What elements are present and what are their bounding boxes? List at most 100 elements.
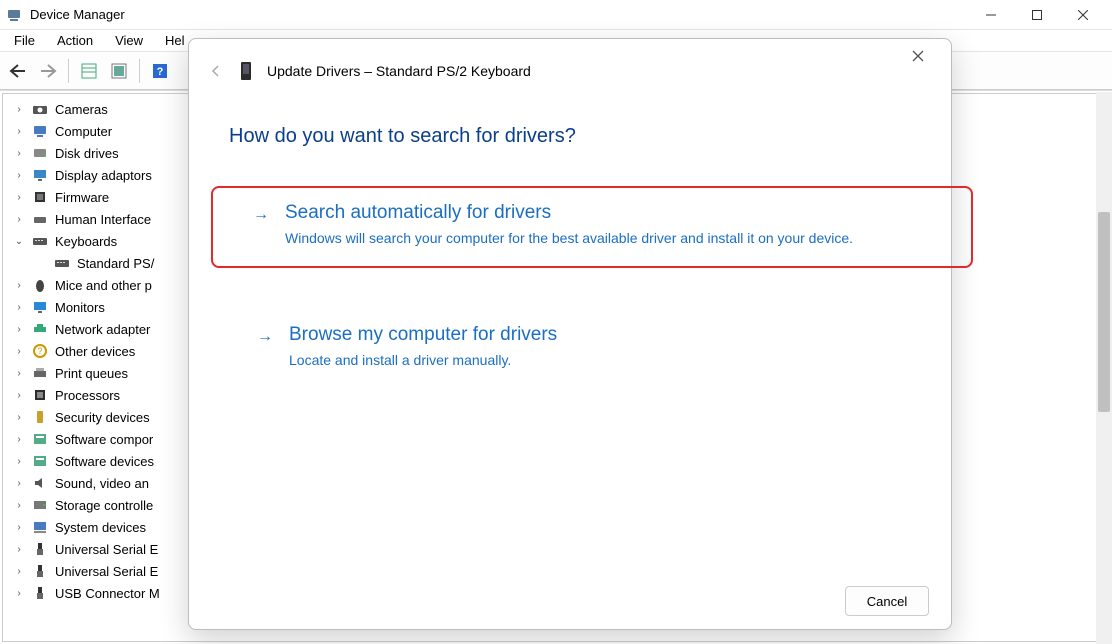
toolbar-separator [139, 59, 140, 83]
app-icon [6, 7, 22, 23]
expand-icon[interactable]: › [13, 478, 25, 489]
tree-item-label: Disk drives [55, 146, 119, 161]
expand-icon[interactable]: › [13, 434, 25, 445]
titlebar: Device Manager [0, 0, 1112, 30]
dialog-body: How do you want to search for drivers? →… [189, 103, 951, 573]
network-icon [31, 320, 49, 338]
toolbar-separator [68, 59, 69, 83]
toolbar-back-button[interactable] [4, 57, 32, 85]
dialog-back-button[interactable] [207, 62, 225, 80]
tree-item-label: Universal Serial E [55, 542, 158, 557]
menu-file[interactable]: File [4, 31, 45, 50]
close-button[interactable] [1060, 0, 1106, 30]
tree-item-label: Processors [55, 388, 120, 403]
tree-item-label: Other devices [55, 344, 135, 359]
keyboard-icon [53, 254, 71, 272]
expand-icon[interactable]: › [13, 170, 25, 181]
arrow-right-icon: → [257, 328, 273, 370]
mouse-icon [31, 276, 49, 294]
tree-item-label: Human Interface [55, 212, 151, 227]
tree-item-label: System devices [55, 520, 146, 535]
tree-item-label: Security devices [55, 410, 150, 425]
tree-item-label: Software compor [55, 432, 153, 447]
sound-icon [31, 474, 49, 492]
tree-item-label: Computer [55, 124, 112, 139]
expand-icon[interactable]: › [13, 148, 25, 159]
toolbar-refresh-button[interactable] [105, 57, 133, 85]
disk-icon [31, 144, 49, 162]
option-description: Locate and install a driver manually. [289, 350, 883, 370]
expand-icon[interactable]: › [13, 324, 25, 335]
tree-item-label: Cameras [55, 102, 108, 117]
minimize-button[interactable] [968, 0, 1014, 30]
toolbar-properties-button[interactable] [75, 57, 103, 85]
dialog-header: Update Drivers – Standard PS/2 Keyboard [189, 39, 951, 103]
expand-icon[interactable]: › [13, 368, 25, 379]
expand-icon[interactable]: › [13, 588, 25, 599]
svg-text:?: ? [157, 66, 164, 78]
software-icon [31, 430, 49, 448]
tree-item-label: Keyboards [55, 234, 117, 249]
arrow-right-icon: → [253, 206, 269, 248]
expand-icon[interactable]: › [13, 390, 25, 401]
scrollbar-thumb[interactable] [1098, 212, 1110, 412]
expand-icon[interactable]: › [13, 456, 25, 467]
tree-item-label: Sound, video an [55, 476, 149, 491]
expand-icon[interactable]: › [13, 522, 25, 533]
camera-icon [31, 100, 49, 118]
usb-icon [31, 562, 49, 580]
expand-icon[interactable]: › [13, 302, 25, 313]
update-drivers-dialog: Update Drivers – Standard PS/2 Keyboard … [188, 38, 952, 630]
display-icon [31, 166, 49, 184]
storage-icon [31, 496, 49, 514]
option-title: Search automatically for drivers [285, 202, 911, 224]
vertical-scrollbar[interactable] [1096, 92, 1112, 644]
expand-icon[interactable]: › [13, 566, 25, 577]
tree-item-label: Display adaptors [55, 168, 152, 183]
tree-item-label: Universal Serial E [55, 564, 158, 579]
toolbar-help-button[interactable]: ? [146, 57, 174, 85]
maximize-button[interactable] [1014, 0, 1060, 30]
option-title: Browse my computer for drivers [289, 324, 883, 346]
monitor-icon [31, 298, 49, 316]
tree-item-label: Software devices [55, 454, 154, 469]
expand-icon[interactable]: › [13, 104, 25, 115]
usb-icon [31, 540, 49, 558]
dialog-heading: How do you want to search for drivers? [229, 125, 911, 148]
dialog-close-button[interactable] [903, 41, 933, 71]
tree-item-label: USB Connector M [55, 586, 160, 601]
system-icon [31, 518, 49, 536]
expand-icon[interactable]: › [13, 126, 25, 137]
menu-view[interactable]: View [105, 31, 153, 50]
tree-item-label: Standard PS/ [77, 256, 154, 271]
tree-item-label: Network adapter [55, 322, 150, 337]
expand-icon[interactable]: › [13, 346, 25, 357]
expand-icon[interactable]: › [13, 500, 25, 511]
software-icon [31, 452, 49, 470]
toolbar-forward-button[interactable] [34, 57, 62, 85]
computer-icon [31, 122, 49, 140]
tree-item-label: Monitors [55, 300, 105, 315]
cancel-button[interactable]: Cancel [845, 586, 929, 616]
collapse-icon[interactable]: ⌄ [13, 236, 25, 247]
option-search-automatically[interactable]: → Search automatically for drivers Windo… [211, 186, 973, 268]
svg-text:?: ? [37, 346, 42, 356]
tree-item-label: Firmware [55, 190, 109, 205]
tree-item-label: Storage controlle [55, 498, 153, 513]
expand-icon[interactable]: › [13, 544, 25, 555]
keyboard-icon [31, 232, 49, 250]
chip-icon [31, 188, 49, 206]
expand-icon[interactable]: › [13, 280, 25, 291]
menu-action[interactable]: Action [47, 31, 103, 50]
expand-icon[interactable]: › [13, 192, 25, 203]
keyboard-icon [237, 60, 255, 82]
tree-item-label: Mice and other p [55, 278, 152, 293]
tree-item-label: Print queues [55, 366, 128, 381]
usb-icon [31, 584, 49, 602]
option-text: Search automatically for drivers Windows… [285, 202, 911, 248]
expand-icon[interactable]: › [13, 412, 25, 423]
cpu-icon [31, 386, 49, 404]
printer-icon [31, 364, 49, 382]
option-browse-computer[interactable]: → Browse my computer for drivers Locate … [229, 308, 911, 390]
expand-icon[interactable]: › [13, 214, 25, 225]
